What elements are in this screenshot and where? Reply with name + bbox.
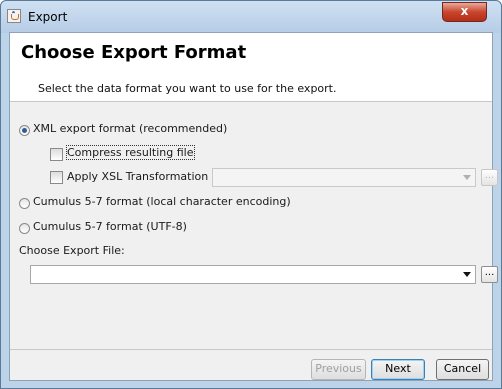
export-file-browse-button[interactable]: ...: [481, 266, 498, 283]
apply-xsl-checkbox[interactable]: [50, 171, 63, 184]
xml-format-label[interactable]: XML export format (recommended): [33, 122, 227, 135]
title-bar[interactable]: Export x: [1, 1, 501, 33]
wizard-header: Choose Export Format Select the data for…: [10, 33, 492, 102]
cumulus-utf8-radio[interactable]: [19, 223, 30, 234]
compress-checkbox[interactable]: [50, 148, 63, 161]
previous-button[interactable]: Previous: [311, 359, 366, 380]
cumulus-utf8-label[interactable]: Cumulus 5-7 format (UTF-8): [33, 220, 187, 233]
java-app-icon: [7, 9, 21, 23]
export-file-dropdown[interactable]: [30, 265, 476, 284]
dialog-content: Choose Export Format Select the data for…: [9, 32, 498, 381]
page-title: Choose Export Format: [21, 42, 247, 63]
cancel-button[interactable]: Cancel: [436, 359, 489, 380]
export-dialog: Export x Choose Export Format Select the…: [0, 0, 502, 389]
close-button[interactable]: x: [442, 2, 487, 22]
xml-format-radio[interactable]: [19, 125, 30, 136]
xsl-file-dropdown[interactable]: [212, 168, 476, 187]
compress-label[interactable]: Compress resulting file: [66, 145, 195, 160]
window-title: Export: [28, 10, 68, 24]
page-description: Select the data format you want to use f…: [38, 82, 337, 95]
cumulus-local-radio[interactable]: [19, 198, 30, 209]
cumulus-local-label[interactable]: Cumulus 5-7 format (local character enco…: [33, 195, 291, 208]
apply-xsl-label[interactable]: Apply XSL Transformation: [67, 170, 208, 183]
xsl-browse-button[interactable]: ...: [481, 169, 498, 186]
chevron-down-icon: [463, 175, 471, 180]
export-file-label: Choose Export File:: [19, 244, 125, 257]
footer-divider: [10, 349, 492, 350]
chevron-down-icon: [463, 272, 471, 277]
next-button[interactable]: Next: [371, 359, 425, 380]
